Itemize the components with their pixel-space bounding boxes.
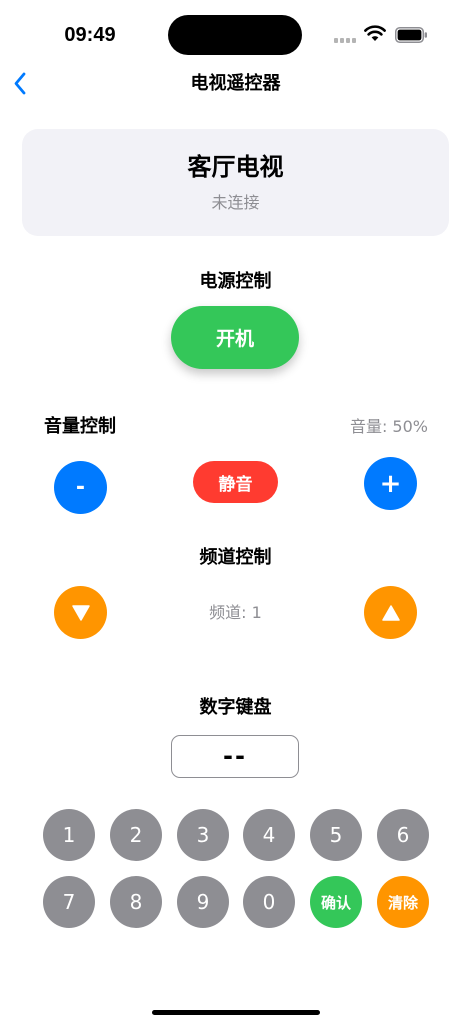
power-on-button[interactable]: 开机 xyxy=(171,306,299,369)
cellular-signal-icon xyxy=(334,38,356,44)
key-0[interactable]: 0 xyxy=(243,876,295,928)
triangle-down-icon xyxy=(71,604,90,621)
volume-up-label: + xyxy=(379,468,402,499)
key-2[interactable]: 2 xyxy=(110,809,162,861)
power-button-label: 开机 xyxy=(215,328,254,350)
volume-down-button[interactable]: - xyxy=(54,461,107,514)
power-section-title: 电源控制 xyxy=(199,271,272,292)
device-name: 客厅电视 xyxy=(187,153,284,181)
back-button[interactable] xyxy=(6,66,40,102)
channel-up-button[interactable] xyxy=(364,586,417,639)
key-1[interactable]: 1 xyxy=(43,809,95,861)
key-3[interactable]: 3 xyxy=(177,809,229,861)
volume-readout: 音量: 50% xyxy=(349,417,428,436)
channel-readout: 频道: 1 xyxy=(209,603,262,622)
key-7[interactable]: 7 xyxy=(43,876,95,928)
dynamic-island xyxy=(168,15,302,55)
key-6[interactable]: 6 xyxy=(377,809,429,861)
channel-section-title: 频道控制 xyxy=(199,547,272,568)
volume-down-label: - xyxy=(75,475,86,500)
channel-down-button[interactable] xyxy=(54,586,107,639)
volume-section-title: 音量控制 xyxy=(44,416,116,437)
status-time: 09:49 xyxy=(64,24,116,46)
page-title: 电视遥控器 xyxy=(190,73,281,94)
chevron-left-icon xyxy=(14,72,26,95)
key-8[interactable]: 8 xyxy=(110,876,162,928)
connection-status: 未连接 xyxy=(211,193,260,212)
mute-label: 静音 xyxy=(218,474,253,495)
volume-up-button[interactable]: + xyxy=(364,457,417,510)
key-5[interactable]: 5 xyxy=(310,809,362,861)
confirm-button[interactable]: 确认 xyxy=(310,876,362,928)
key-9[interactable]: 9 xyxy=(177,876,229,928)
keypad-section-title: 数字键盘 xyxy=(199,697,272,718)
triangle-up-icon xyxy=(381,604,400,621)
key-4[interactable]: 4 xyxy=(243,809,295,861)
wifi-icon xyxy=(364,24,386,42)
battery-icon xyxy=(395,27,428,43)
channel-input-display: -- xyxy=(171,735,299,778)
clear-button[interactable]: 清除 xyxy=(377,876,429,928)
mute-button[interactable]: 静音 xyxy=(193,461,278,503)
home-indicator[interactable] xyxy=(152,1010,320,1015)
